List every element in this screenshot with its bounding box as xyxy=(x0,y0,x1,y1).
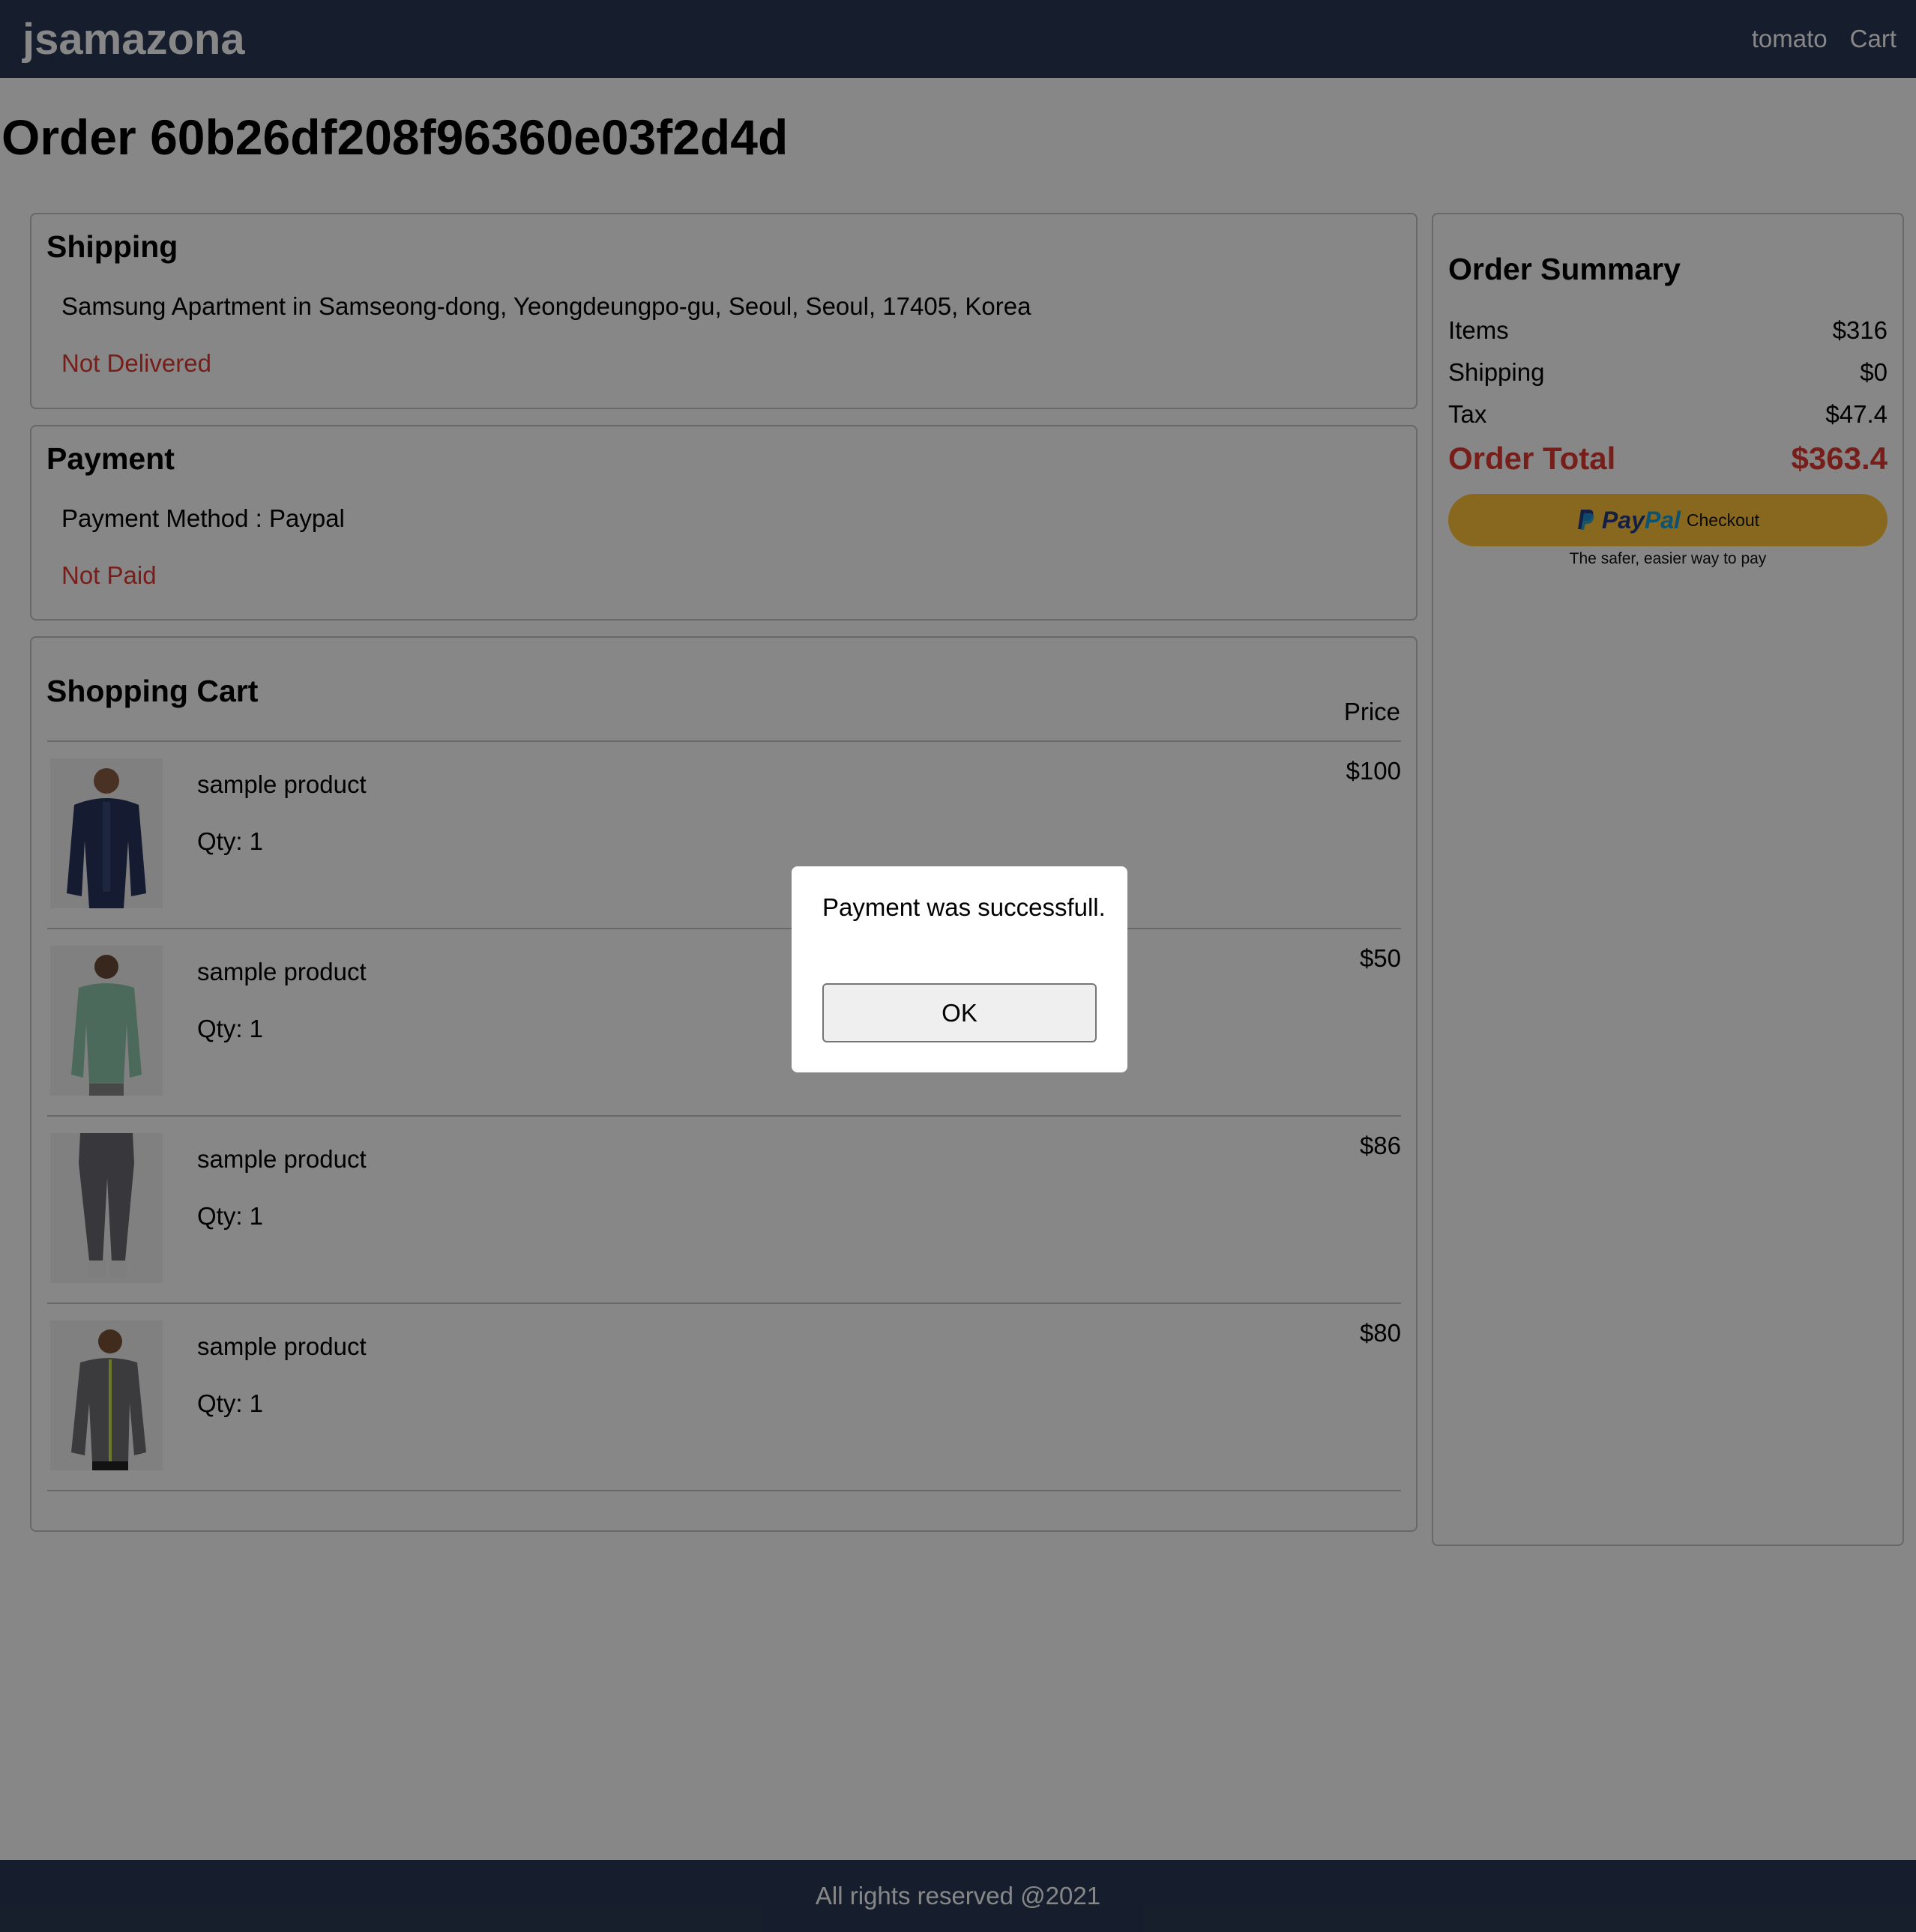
order-page: jsamazona tomato Cart Order 60b26df208f9… xyxy=(0,0,1916,1932)
alert-dialog: Payment was successfull. OK xyxy=(792,866,1127,1072)
ok-button[interactable]: OK xyxy=(822,983,1097,1042)
alert-message: Payment was successfull. xyxy=(822,893,1106,921)
